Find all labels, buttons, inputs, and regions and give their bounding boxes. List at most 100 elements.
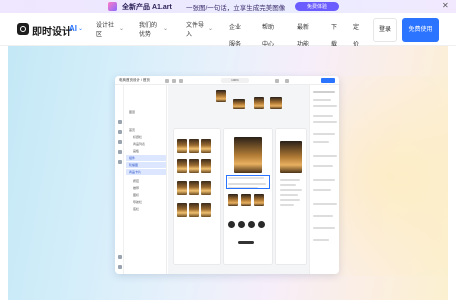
prop-row — [313, 133, 335, 135]
product-card — [177, 203, 187, 217]
product-card — [177, 181, 187, 195]
prop-row — [313, 115, 333, 117]
canvas-image — [254, 97, 264, 109]
layer-item-selected: 轮播图 — [126, 162, 166, 168]
plugin-icon — [117, 140, 122, 144]
canvas-image — [216, 90, 226, 102]
promo-text: 一张图/一句话，立享生成完美图像 — [186, 5, 286, 12]
promo-brand: 全新产品 A1.art — [122, 4, 172, 11]
canvas-image — [233, 99, 245, 109]
selection-box — [226, 175, 270, 189]
close-icon[interactable]: ✕ — [442, 1, 449, 10]
product-card — [177, 159, 187, 173]
chevron-down-icon: ⌄ — [119, 26, 125, 32]
app-zoom: 100% — [221, 78, 249, 83]
prop-row — [313, 203, 337, 205]
chevron-down-icon: ⌄ — [208, 26, 214, 32]
nav-item-import[interactable]: 文件导入 — [186, 22, 208, 40]
product-card — [189, 139, 199, 153]
login-button[interactable]: 登录 — [373, 18, 397, 42]
prop-row — [313, 105, 337, 107]
frame-tool-icon — [172, 79, 176, 83]
layer-item-selected: 商品卡片 — [126, 169, 166, 175]
product-card — [201, 181, 211, 195]
help-icon — [117, 265, 122, 269]
promo-try-button[interactable]: 免费体验 — [295, 2, 339, 11]
text-line — [280, 189, 302, 191]
assets-icon — [117, 130, 122, 134]
app-preview-screenshot: 电商首页设计 / 首页 100% 图层 首页 标题栏 商品列表 画板 组件 轮播… — [115, 76, 339, 274]
banner-image — [280, 141, 302, 173]
layer-item: 按钮 — [133, 179, 140, 183]
app-canvas — [168, 85, 309, 274]
pen-tool-icon — [179, 79, 183, 83]
app-share-button — [321, 78, 335, 83]
text-line — [280, 184, 296, 186]
product-card — [177, 139, 187, 153]
product-card — [189, 159, 199, 173]
product-card — [189, 203, 199, 217]
layer-item-selected: 组件 — [126, 155, 166, 161]
chevron-down-icon: ⌄ — [163, 26, 169, 32]
app-toolbar: 电商首页设计 / 首页 100% — [115, 76, 339, 85]
logo-icon[interactable] — [17, 23, 29, 35]
text-line — [280, 204, 294, 206]
prop-row — [313, 121, 337, 123]
hero-product-image — [234, 137, 262, 173]
prop-row — [313, 189, 331, 191]
nav-ai[interactable]: AI — [69, 24, 77, 33]
product-circle — [228, 221, 235, 228]
canvas-frame — [276, 129, 306, 264]
component-icon — [117, 150, 122, 154]
text-line — [280, 199, 300, 201]
top-nav: 即时设计 AI ⌄ 设计社区 ⌄ 我们的优势 ⌄ 文件导入 ⌄ 企业服务 帮助中… — [0, 13, 456, 48]
prop-row — [313, 91, 335, 93]
layers-icon — [117, 120, 122, 124]
prop-row — [313, 99, 331, 101]
prop-row — [313, 179, 335, 181]
play-icon — [285, 79, 289, 83]
app-layers-panel: 图层 首页 标题栏 商品列表 画板 组件 轮播图 商品卡片 按钮 推荐 图标 导… — [124, 85, 167, 274]
layer-item: 标题栏 — [133, 135, 143, 139]
product-circle — [258, 221, 265, 228]
logo-text[interactable]: 即时设计 — [32, 23, 72, 38]
cta-pill — [238, 241, 254, 244]
layer-item: 首页 — [129, 128, 136, 132]
nav-item-community[interactable]: 设计社区 — [96, 22, 118, 40]
prop-row — [313, 165, 333, 167]
layer-item: 推荐 — [133, 186, 140, 190]
product-card — [189, 181, 199, 195]
product-circle — [238, 221, 245, 228]
promo-banner[interactable]: 全新产品 A1.art 一张图/一句话，立享生成完美图像 免费体验 ✕ — [0, 0, 456, 13]
app-tool-rail — [115, 85, 124, 274]
product-circle — [248, 221, 255, 228]
free-use-button[interactable]: 免费使用 — [402, 18, 439, 42]
canvas-frame — [174, 129, 220, 264]
layer-item: 图层 — [129, 110, 136, 114]
canvas-image — [241, 194, 251, 206]
user-avatar-icon — [275, 79, 279, 83]
layer-item: 底栏 — [133, 207, 140, 211]
product-card — [201, 203, 211, 217]
canvas-image — [270, 97, 282, 109]
layer-item: 图标 — [133, 193, 140, 197]
product-card — [201, 159, 211, 173]
canvas-image — [254, 194, 264, 206]
nav-item-advantages[interactable]: 我们的优势 — [139, 22, 161, 40]
layer-item: 商品列表 — [133, 142, 146, 146]
prop-row — [313, 141, 329, 143]
text-line — [280, 194, 298, 196]
canvas-image — [228, 194, 238, 206]
chevron-down-icon: ⌄ — [78, 26, 84, 32]
a1-logo-icon — [108, 2, 117, 11]
prop-row — [313, 155, 337, 157]
text-line — [280, 179, 300, 181]
app-file-title: 电商首页设计 / 首页 — [119, 78, 150, 82]
product-card — [201, 139, 211, 153]
move-tool-icon — [165, 79, 169, 83]
app-properties-panel — [309, 85, 339, 274]
image-icon — [117, 160, 122, 164]
settings-icon — [117, 255, 122, 259]
canvas-frame — [224, 129, 272, 264]
layer-item: 导航栏 — [133, 200, 143, 204]
